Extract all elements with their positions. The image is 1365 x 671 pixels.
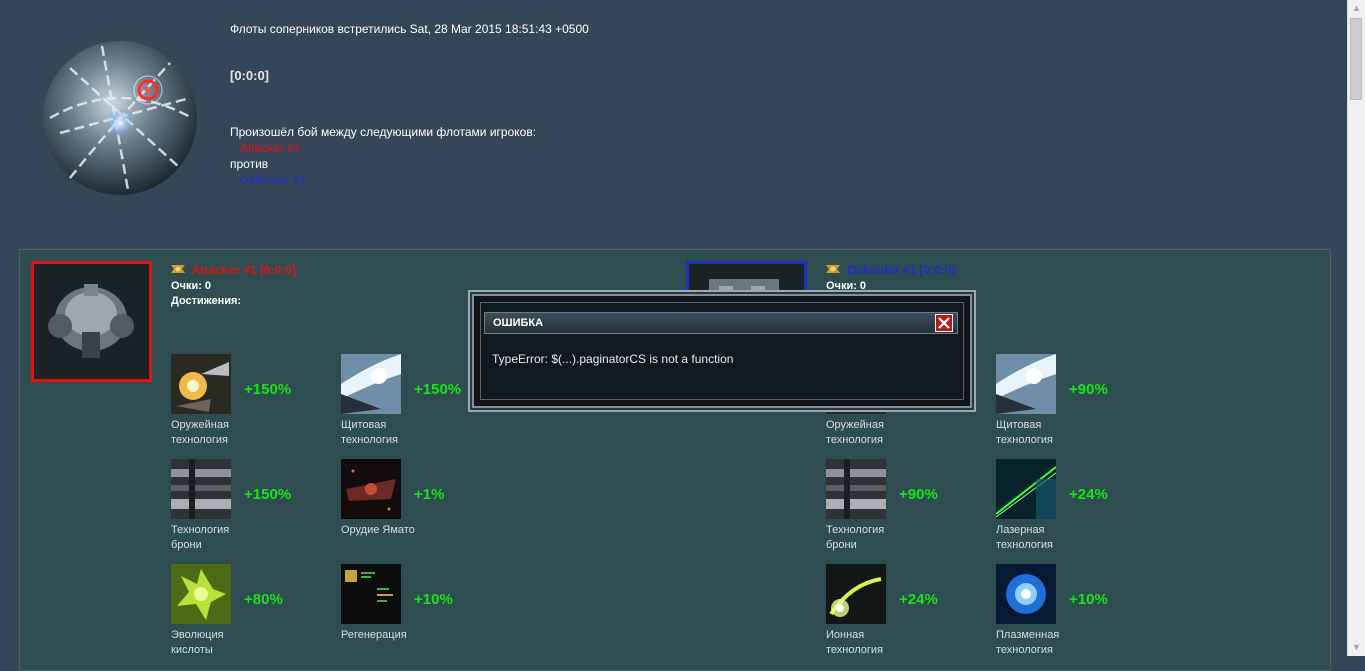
scrollbar-thumb[interactable] <box>1350 18 1362 100</box>
tech-value: +24% <box>899 591 938 608</box>
defender-coords: [0:0:0] <box>919 263 956 277</box>
close-button[interactable] <box>935 314 953 332</box>
defender-points: Очки: 0 <box>826 280 867 292</box>
laser-tech-icon <box>996 459 1056 519</box>
tech-label: Плазменная технология <box>996 629 1060 656</box>
tech-label: Оружейная технология <box>826 419 884 446</box>
attacker-tech-weapon: +150% Оружейная технология <box>171 354 331 454</box>
tech-value: +10% <box>1069 591 1108 608</box>
plasma-tech-icon <box>996 564 1056 624</box>
attacker-link[interactable]: Attacker #1 <box>240 141 301 155</box>
tech-value: +10% <box>414 591 453 608</box>
yamato-cannon-icon <box>341 459 401 519</box>
scroll-down-icon[interactable]: ▼ <box>1348 639 1365 656</box>
attacker-tech-regeneration: +10% Регенерация <box>341 564 501 664</box>
page-scrollbar[interactable]: ▲ ▼ <box>1347 0 1365 656</box>
error-dialog: ОШИБКА TypeError: $(...).paginatorCS is … <box>472 294 972 408</box>
tech-value: +80% <box>244 591 283 608</box>
tech-label: Регенерация <box>341 629 407 641</box>
tech-value: +24% <box>1069 486 1108 503</box>
regeneration-icon <box>341 564 401 624</box>
tech-value: +150% <box>414 381 462 398</box>
tech-label: Эволюция кислоты <box>171 629 224 656</box>
attacker-name: Attacker #1 <box>191 263 257 277</box>
attacker-tech-acid: +80% Эволюция кислоты <box>171 564 331 664</box>
scroll-up-icon[interactable]: ▲ <box>1348 0 1365 17</box>
tech-label: Оружейная технология <box>171 419 229 446</box>
tech-label: Орудие Ямато <box>341 524 415 536</box>
attacker-name-row: Attacker #1 [0:0:0] <box>171 263 296 277</box>
attacker-points: Очки: 0 <box>171 280 212 292</box>
ion-tech-icon <box>826 564 886 624</box>
defender-name: Defender #1 <box>847 263 917 277</box>
tech-value: +1% <box>414 486 445 503</box>
tech-label: Лазерная технология <box>996 524 1054 551</box>
battle-planet-icon <box>43 41 197 195</box>
shield-tech-icon <box>996 354 1056 414</box>
weapon-tech-icon <box>171 354 231 414</box>
attacker-avatar <box>31 261 152 382</box>
defender-tech-ion: +24% Ионная технология <box>826 564 986 664</box>
defender-name-row: Defender #1 [0:0:0] <box>826 263 955 277</box>
defender-tech-plasma: +10% Плазменная технология <box>996 564 1156 664</box>
versus-text: против <box>230 157 269 171</box>
defender-tech-laser: +24% Лазерная технология <box>996 459 1156 559</box>
battle-between-text: Произошёл бой между следующими флотами и… <box>230 125 537 139</box>
attacker-portrait-icon <box>34 264 149 379</box>
tech-value: +90% <box>1069 381 1108 398</box>
armor-tech-icon <box>826 459 886 519</box>
tech-label: Технология брони <box>826 524 885 551</box>
error-message: TypeError: $(...).paginatorCS is not a f… <box>492 352 734 366</box>
defender-link[interactable]: Defender #1 <box>240 173 306 187</box>
rank-medal-icon <box>171 265 185 273</box>
tech-value: +150% <box>244 381 292 398</box>
tech-label: Ионная технология <box>826 629 884 656</box>
tech-label: Щитовая технология <box>996 419 1054 446</box>
acid-evolution-icon <box>171 564 231 624</box>
defender-tech-shield: +90% Щитовая технология <box>996 354 1156 454</box>
tech-label: Технология брони <box>171 524 230 551</box>
shield-tech-icon <box>341 354 401 414</box>
error-dialog-titlebar: ОШИБКА <box>484 312 958 334</box>
close-icon <box>938 317 950 329</box>
defender-tech-armor: +90% Технология брони <box>826 459 986 559</box>
armor-tech-icon <box>171 459 231 519</box>
attacker-achievements: Достижения: <box>171 295 242 307</box>
tech-label: Щитовая технология <box>341 419 399 446</box>
tech-value: +90% <box>899 486 938 503</box>
error-dialog-title: ОШИБКА <box>493 317 544 329</box>
rank-medal-icon <box>826 265 840 273</box>
attacker-tech-yamato: +1% Орудие Ямато <box>341 459 501 559</box>
meet-text: Флоты соперников встретились Sat, 28 Mar… <box>230 22 589 36</box>
attacker-tech-armor: +150% Технология брони <box>171 459 331 559</box>
tech-value: +150% <box>244 486 292 503</box>
attacker-coords: [0:0:0] <box>259 263 296 277</box>
meet-coords: [0:0:0] <box>230 68 270 83</box>
